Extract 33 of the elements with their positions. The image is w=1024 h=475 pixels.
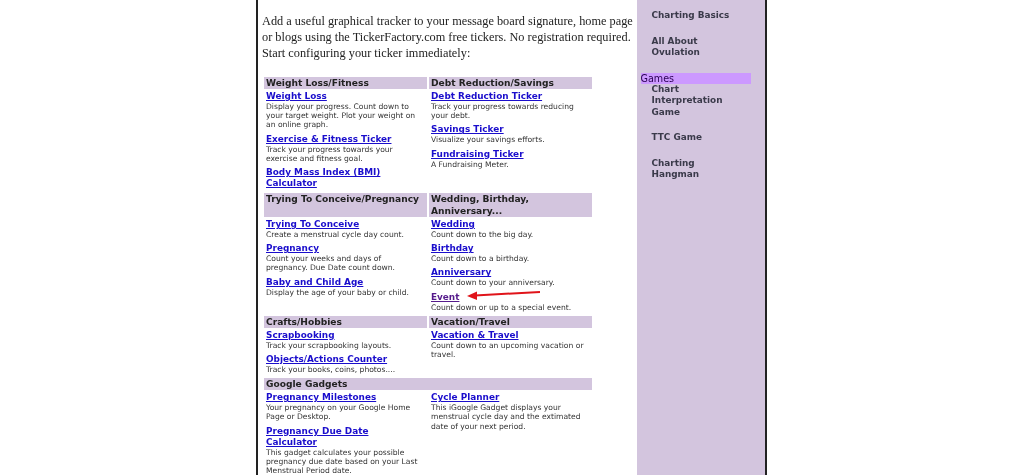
ticker-link[interactable]: Cycle Planner [431,392,500,403]
sidebar-link[interactable]: Chart Interpretation Game [651,83,734,118]
ticker-link[interactable]: Event [431,291,460,302]
ticker-link[interactable]: Body Mass Index (BMI) Calculator [266,167,391,189]
ticker-link[interactable]: Debt Reduction Ticker [431,91,543,101]
section-heading: Debt Reduction/Savings [429,77,592,89]
ticker-link[interactable]: Objects/Actions Counter [266,354,388,365]
section-heading: Google Gadgets [264,378,592,391]
ticker-link[interactable]: Pregnancy [266,243,319,254]
ticker-link[interactable]: Exercise & Fitness Ticker [266,133,392,144]
sidebar-link[interactable]: Charting Basics [651,10,734,22]
ticker-link[interactable]: Pregnancy Due Date Calculator [266,425,391,448]
ticker-link[interactable]: Fundraising Ticker [431,148,524,159]
section-heading: Weight Loss/Fitness [264,77,427,89]
section-heading: Vacation/Travel [429,315,592,328]
sidebar-link[interactable]: All About Ovulation [651,35,734,59]
ticker-link[interactable]: Birthday [431,243,474,254]
sidebar-heading: Games [640,72,751,84]
section-heading: Wedding, Birthday, Anniversary... [429,193,592,217]
ticker-link[interactable]: Anniversary [431,267,492,278]
ticker-link[interactable]: Trying To Conceive [266,219,360,229]
ticker-link[interactable]: Weight Loss [266,91,327,101]
ticker-link[interactable]: Scrapbooking [266,329,335,340]
section-heading: Trying To Conceive/Pregnancy [264,193,427,217]
intro-paragraph: Add a useful graphical tracker to your message board signature, home page or blogs using the TickerFactory.com free tickers. No registration required. Start configuring your ticker immediately: [262,13,634,61]
ticker-link[interactable]: Baby and Child Age [266,276,364,287]
sidebar-link[interactable]: Charting Hangman [651,157,734,181]
ticker-link[interactable]: Savings Ticker [431,124,504,135]
ticker-link[interactable]: Wedding [431,219,475,229]
sidebar-link[interactable]: TTC Game [651,132,734,144]
section-heading: Crafts/Hobbies [264,315,427,328]
ticker-link[interactable]: Vacation & Travel [431,329,519,340]
ticker-link[interactable]: Pregnancy Milestones [266,392,377,403]
